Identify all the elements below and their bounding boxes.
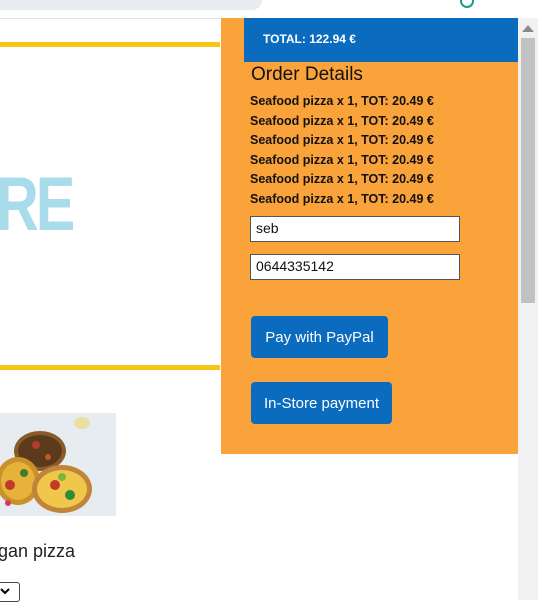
order-details-title: Order Details (251, 64, 363, 85)
product-name: gan pizza (0, 541, 76, 561)
order-panel: TOTAL: 122.94 € Order Details Seafood pi… (221, 18, 518, 454)
order-item: Seafood pizza x 1, TOT: 20.49 € (250, 94, 434, 108)
phone-field[interactable]: 0644335142 (250, 254, 460, 280)
order-item: Seafood pizza x 1, TOT: 20.49 € (250, 153, 434, 167)
order-item: Seafood pizza x 1, TOT: 20.49 € (250, 192, 434, 206)
in-store-payment-button[interactable]: In-Store payment (251, 382, 392, 424)
scroll-up-arrow-icon[interactable] (522, 25, 534, 32)
chevron-down-icon (0, 585, 11, 600)
pizza-illustration (0, 413, 116, 516)
browser-top-bar (0, 0, 538, 19)
browser-tab[interactable] (0, 0, 262, 10)
scroll-thumb[interactable] (521, 38, 535, 303)
hero-banner: RE (0, 42, 220, 370)
banner-headline: RE (0, 162, 75, 247)
order-item: Seafood pizza x 1, TOT: 20.49 € (250, 172, 434, 186)
quantity-select[interactable] (0, 582, 20, 602)
name-field[interactable]: seb (250, 216, 460, 242)
pay-with-paypal-button[interactable]: Pay with PayPal (251, 316, 388, 358)
total-bar: TOTAL: 122.94 € (244, 18, 518, 62)
order-item: Seafood pizza x 1, TOT: 20.49 € (250, 133, 434, 147)
vertical-scrollbar[interactable] (518, 18, 538, 600)
order-total: TOTAL: 122.94 € (263, 32, 356, 46)
extension-icon[interactable] (460, 0, 474, 8)
order-item: Seafood pizza x 1, TOT: 20.49 € (250, 114, 434, 128)
vegan-pizza-image[interactable] (0, 413, 116, 516)
